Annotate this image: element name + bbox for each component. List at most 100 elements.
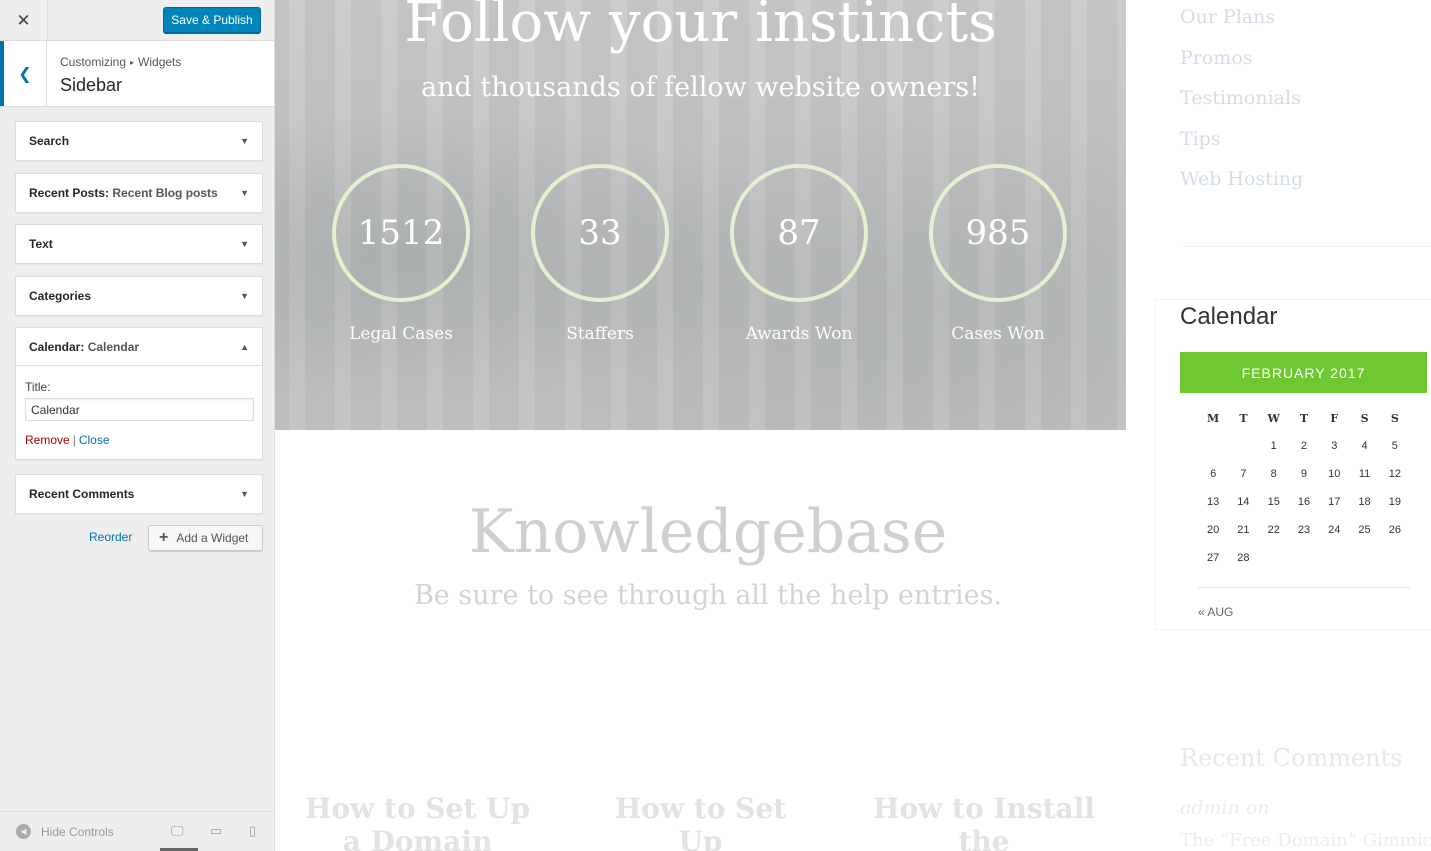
hide-controls-button[interactable]: ◀ Hide Controls [16, 824, 114, 839]
widget-recent-comments[interactable]: Recent Comments ▼ [15, 474, 263, 514]
article-link[interactable]: How to Set Up a Domain [300, 792, 535, 851]
widget-subtitle: Calendar [87, 339, 140, 354]
widget-text[interactable]: Text ▼ [15, 224, 263, 264]
widget-recent-posts[interactable]: Recent Posts: Recent Blog posts ▼ [15, 173, 263, 213]
caret-down-icon[interactable]: ▼ [240, 136, 249, 146]
calendar-day: 16 [1297, 496, 1311, 508]
calendar-day: 9 [1300, 468, 1308, 480]
calendar-week-row: 6 7 8 9 10 11 12 [1198, 460, 1410, 488]
hero-subtitle: and thousands of fellow website owners! [421, 72, 980, 103]
reorder-link[interactable]: Reorder [89, 530, 132, 544]
customizer-footer: ◀ Hide Controls 🖵 ▭ ▯ [0, 811, 274, 851]
plus-icon: + [159, 529, 169, 546]
stat-label: Cases Won [951, 324, 1045, 344]
tablet-preview-icon[interactable]: ▭ [210, 824, 222, 839]
widget-header[interactable]: Calendar: Calendar ▲ [16, 328, 262, 366]
weekday-label: W [1267, 411, 1280, 425]
calendar-day: 3 [1331, 440, 1338, 452]
widget-search[interactable]: Search ▼ [15, 121, 263, 161]
breadcrumb-section: Widgets [138, 55, 182, 69]
widget-title: Recent Posts: [29, 186, 110, 200]
widget-calendar[interactable]: Calendar: Calendar ▲ Title: Remove|Close [15, 327, 263, 460]
collapse-icon: ◀ [16, 824, 31, 839]
customizer-header: ✕ Save & Publish [0, 0, 274, 41]
recent-comments-heading: Recent Comments [1180, 744, 1403, 772]
add-widget-button[interactable]: + Add a Widget [148, 525, 263, 551]
hide-controls-label: Hide Controls [41, 824, 114, 839]
comment-post-link[interactable]: The “Free Domain” Gimmick [1180, 830, 1431, 851]
comment-author[interactable]: admin on [1180, 797, 1270, 819]
calendar-prev-link[interactable]: « AUG [1198, 605, 1233, 619]
article-link[interactable]: How to Install the Certificate? [870, 792, 1098, 851]
calendar-weekday-row: MTWTFSS [1198, 404, 1410, 432]
category-link[interactable]: Testimonials [1180, 87, 1301, 109]
caret-up-icon[interactable]: ▲ [240, 342, 249, 352]
calendar-day: 4 [1361, 440, 1368, 452]
knowledgebase-subtitle: Be sure to see through all the help entr… [413, 580, 1003, 611]
category-link[interactable]: Tips [1180, 128, 1221, 150]
weekday-label: S [1390, 411, 1399, 425]
calendar-day: 26 [1388, 524, 1401, 536]
widget-header[interactable]: Recent Comments ▼ [16, 475, 262, 513]
category-link[interactable]: Web Hosting [1180, 168, 1303, 190]
widget-actions: Remove | Close [25, 433, 253, 447]
stat-label: Staffers [566, 324, 634, 344]
category-link[interactable]: Promos [1180, 47, 1253, 69]
widget-categories[interactable]: Categories ▼ [15, 276, 263, 316]
caret-down-icon[interactable]: ▼ [240, 291, 249, 301]
calendar-week-row: 13 14 15 16 17 18 19 [1198, 488, 1410, 516]
calendar-grid: M T W T F S S 1 2 3 4 5 6 7 8 9 10 11 12 13 14 15 16 17 18 19 20 21… [1198, 404, 1410, 572]
category-link[interactable]: Our Plans [1180, 6, 1275, 28]
weekday-label: F [1330, 411, 1339, 425]
calendar-day: 8 [1270, 468, 1277, 480]
widget-header[interactable]: Categories ▼ [16, 277, 262, 315]
widget-title: Search [29, 134, 70, 148]
calendar-day: 5 [1391, 440, 1398, 452]
calendar-week-row: 1 2 3 4 5 [1198, 432, 1410, 460]
calendar-day: 27 [1207, 552, 1220, 564]
weekday-label: T [1299, 411, 1309, 425]
article-link[interactable]: How to Set Up WordPress [593, 792, 808, 851]
widget-title: Categories [29, 289, 92, 303]
calendar-day: 22 [1267, 524, 1280, 536]
stat-value: 1512 [332, 164, 470, 302]
knowledgebase-title: Knowledgebase [468, 497, 948, 567]
caret-down-icon[interactable]: ▼ [240, 489, 249, 499]
site-preview[interactable]: Follow your instincts and thousands of f… [275, 0, 1431, 851]
stat-counter: 1512 Legal Cases [332, 164, 470, 344]
save-publish-button[interactable]: Save & Publish [163, 7, 261, 33]
close-link[interactable]: Close [79, 433, 110, 447]
calendar-day: 7 [1240, 468, 1247, 480]
breadcrumb: Customizing ▸ Widgets [60, 55, 181, 69]
stat-counter: 985 Cases Won [929, 164, 1067, 344]
stat-counter: 33 Staffers [531, 164, 669, 344]
calendar-week-row: 27 28 [1198, 544, 1410, 572]
widget-title: Calendar: [29, 339, 85, 354]
widget-header[interactable]: Recent Posts: Recent Blog posts ▼ [16, 174, 262, 212]
title-field[interactable] [25, 398, 254, 421]
widget-subtitle: Recent Blog posts [112, 186, 218, 200]
remove-link[interactable]: Remove [25, 433, 70, 447]
caret-down-icon[interactable]: ▼ [240, 239, 249, 249]
calendar-month: FEBRUARY 2017 [1180, 352, 1427, 393]
widget-header[interactable]: Search ▼ [16, 122, 262, 160]
calendar-day: 28 [1237, 552, 1250, 564]
calendar-day: 1 [1270, 440, 1277, 452]
calendar-divider [1198, 587, 1410, 588]
calendar-day: 23 [1297, 524, 1311, 536]
calendar-day: 2 [1300, 440, 1308, 452]
widget-header[interactable]: Text ▼ [16, 225, 262, 263]
calendar-day: 14 [1237, 496, 1250, 508]
stat-label: Awards Won [745, 324, 853, 344]
breadcrumb-root: Customizing [60, 55, 127, 69]
back-button[interactable]: ❮ [0, 41, 47, 106]
desktop-preview-icon[interactable]: 🖵 [171, 824, 184, 839]
calendar-day: 15 [1267, 496, 1280, 508]
calendar-day: 20 [1207, 524, 1220, 536]
caret-down-icon[interactable]: ▼ [240, 188, 249, 198]
stat-value: 87 [730, 164, 868, 302]
mobile-preview-icon[interactable]: ▯ [249, 824, 256, 839]
title-field-label: Title: [25, 380, 51, 394]
close-customizer-button[interactable]: ✕ [0, 0, 48, 41]
calendar-day: 13 [1207, 496, 1220, 508]
